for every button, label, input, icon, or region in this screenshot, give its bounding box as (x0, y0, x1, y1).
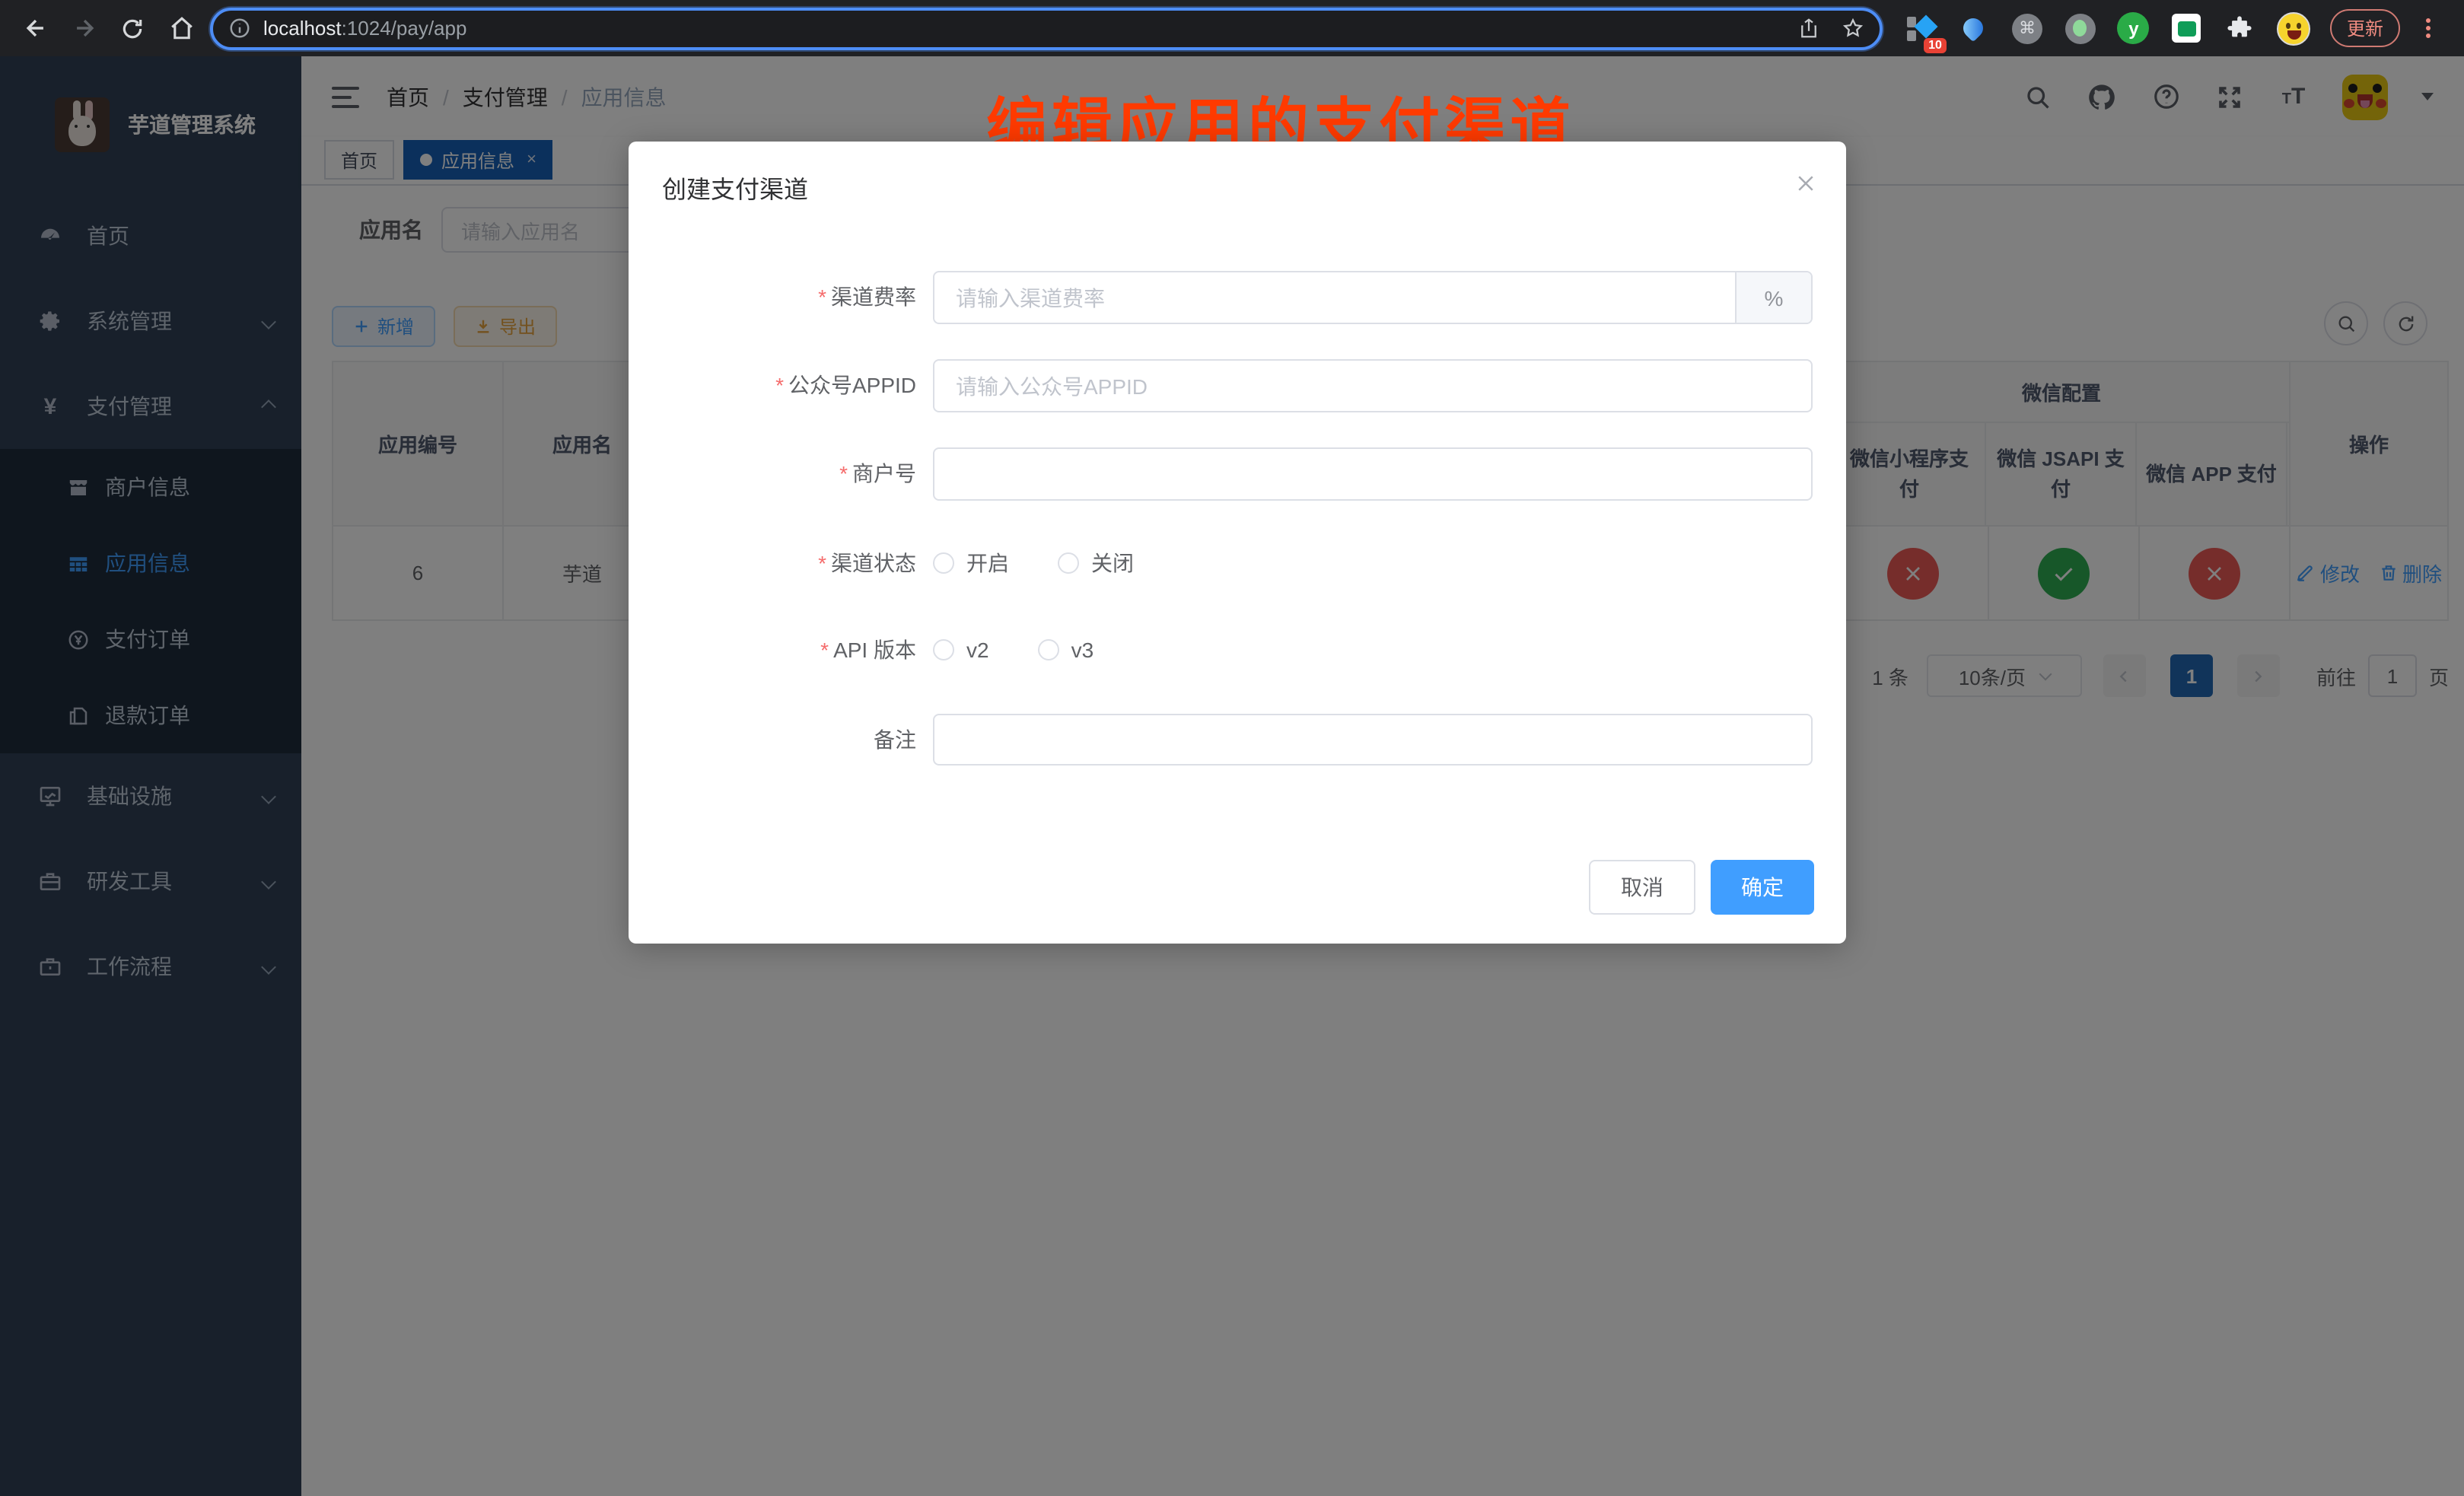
field-label-remark: 备注 (629, 714, 916, 767)
remark-input[interactable] (933, 714, 1813, 766)
app-shell: 芋道管理系统 首页 系统管理 ¥ 支付管 (0, 56, 2464, 1496)
site-info-icon[interactable] (228, 17, 251, 40)
extensions-puzzle-icon[interactable] (2224, 11, 2257, 45)
browser-menu-icon[interactable] (2420, 18, 2437, 38)
address-bar[interactable]: localhost:1024/pay/app (210, 7, 1883, 49)
radio-icon (1058, 552, 1079, 574)
profile-avatar-icon[interactable] (2277, 11, 2310, 45)
create-pay-channel-dialog: 创建支付渠道 *渠道费率 请输入渠道费率 % *公众号APPID 请输入公众号A… (629, 142, 1846, 944)
radio-api-v3[interactable]: v3 (1038, 638, 1094, 662)
merchant-no-input[interactable] (933, 447, 1813, 501)
radio-icon (933, 552, 954, 574)
share-icon[interactable] (1797, 17, 1820, 40)
field-label-merchant-no: *商户号 (629, 447, 916, 501)
rate-input[interactable]: 请输入渠道费率 % (933, 271, 1813, 324)
radio-api-v2[interactable]: v2 (933, 638, 989, 662)
dialog-title: 创建支付渠道 (662, 169, 808, 205)
extension-y-icon[interactable]: y (2117, 11, 2150, 45)
browser-back-icon[interactable] (15, 8, 55, 48)
extension-chat-icon[interactable] (2170, 11, 2204, 45)
extension-tabs-icon[interactable]: 10 (1904, 11, 1937, 45)
confirm-button[interactable]: 确定 (1711, 860, 1814, 915)
close-icon[interactable] (1791, 169, 1819, 196)
field-label-appid: *公众号APPID (629, 359, 916, 412)
extension-badge: 10 (1924, 37, 1947, 53)
bookmark-star-icon[interactable] (1842, 17, 1864, 40)
extension-command-icon[interactable]: ⌘ (2010, 11, 2044, 45)
cancel-button[interactable]: 取消 (1589, 860, 1695, 915)
browser-home-icon[interactable] (161, 8, 201, 48)
screen: localhost:1024/pay/app 10 ⌘ y 更新 (0, 0, 2464, 1496)
browser-extensions: 10 ⌘ y 更新 (1892, 9, 2449, 47)
radio-icon (933, 639, 954, 660)
percent-suffix: % (1735, 272, 1811, 323)
browser-toolbar: localhost:1024/pay/app 10 ⌘ y 更新 (0, 0, 2464, 56)
extension-recorder-icon[interactable] (2064, 11, 2097, 45)
field-label-status: *渠道状态 (629, 537, 916, 589)
url-text: localhost:1024/pay/app (263, 17, 466, 40)
chrome-update-button[interactable]: 更新 (2330, 9, 2400, 47)
field-label-api-version: *API 版本 (629, 624, 916, 676)
radio-icon (1038, 639, 1059, 660)
browser-forward-icon[interactable] (64, 8, 103, 48)
extension-balloon-icon[interactable] (1957, 11, 1991, 45)
radio-status-closed[interactable]: 关闭 (1058, 548, 1134, 578)
browser-reload-icon[interactable] (113, 8, 152, 48)
appid-input[interactable]: 请输入公众号APPID (933, 359, 1813, 412)
radio-status-open[interactable]: 开启 (933, 548, 1009, 578)
field-label-rate: *渠道费率 (629, 271, 916, 324)
